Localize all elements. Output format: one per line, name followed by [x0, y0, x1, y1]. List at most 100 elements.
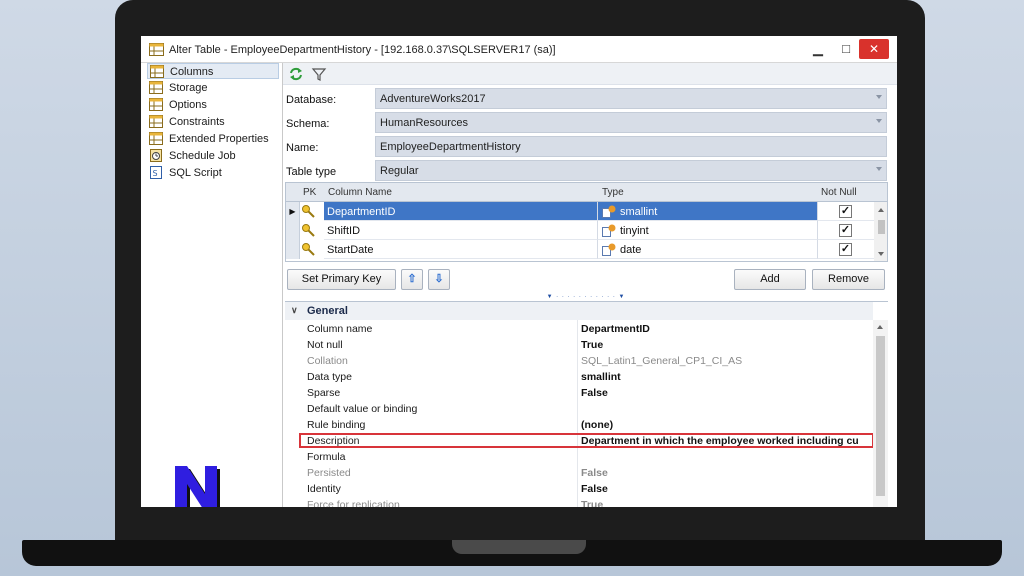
name-field[interactable]: EmployeeDepartmentHistory [375, 136, 887, 157]
header-pk[interactable]: PK [303, 187, 316, 198]
property-value[interactable]: True [581, 339, 873, 351]
move-down-button[interactable]: ⇩ [428, 269, 450, 290]
table-icon [150, 65, 164, 78]
set-primary-key-button[interactable]: Set Primary Key [287, 269, 396, 290]
sidebar-item-label: Extended Properties [169, 133, 269, 145]
property-row[interactable]: Persisted False [285, 465, 873, 481]
column-name-cell[interactable]: ShiftID [324, 221, 598, 240]
column-name-cell[interactable]: DepartmentID [324, 202, 598, 221]
property-name: Default value or binding [307, 403, 418, 415]
maximize-button[interactable]: □ [831, 39, 861, 59]
property-value[interactable]: DepartmentID [581, 323, 873, 335]
header-type[interactable]: Type [602, 187, 624, 198]
sidebar-item-sql-script[interactable]: S SQL Script [147, 165, 279, 181]
property-scrollbar[interactable] [873, 320, 888, 507]
filter-icon[interactable] [311, 66, 327, 82]
property-row[interactable]: Formula [285, 449, 873, 465]
table-icon [149, 81, 163, 94]
property-row[interactable]: Collation SQL_Latin1_General_CP1_CI_AS [285, 353, 873, 369]
not-null-checkbox[interactable]: ✓ [839, 224, 852, 237]
type-value: date [620, 244, 642, 256]
not-null-checkbox[interactable]: ✓ [839, 243, 852, 256]
scroll-thumb[interactable] [878, 220, 885, 234]
property-value[interactable]: smallint [581, 371, 873, 383]
header-column-name[interactable]: Column Name [328, 187, 392, 198]
panel-splitter[interactable]: ▼ · · · · · · · · · · · ▼ [533, 294, 639, 300]
remove-button[interactable]: Remove [812, 269, 885, 290]
table-row[interactable]: ShiftID tinyint ✓ [286, 221, 874, 240]
property-row[interactable]: Column name DepartmentID [285, 321, 873, 337]
sidebar-item-label: Schedule Job [169, 150, 236, 162]
property-value[interactable]: False [581, 387, 873, 399]
add-button[interactable]: Add [734, 269, 806, 290]
type-value: tinyint [620, 225, 649, 237]
chevron-down-icon[interactable]: ∨ [291, 305, 298, 316]
sidebar-item-options[interactable]: Options [147, 97, 279, 113]
sidebar-item-schedule-job[interactable]: Schedule Job [147, 148, 279, 164]
column-type-cell[interactable]: smallint [598, 202, 818, 221]
sidebar-item-columns[interactable]: Columns [147, 63, 279, 79]
property-value[interactable]: False [581, 467, 873, 479]
datatype-icon [602, 224, 616, 237]
property-row[interactable]: Default value or binding [285, 401, 873, 417]
minimize-button[interactable]: ▁ [803, 39, 833, 59]
close-button[interactable]: ✕ [859, 39, 889, 59]
grid-header: PK Column Name Type Not Null [286, 183, 887, 202]
property-row[interactable]: Identity False [285, 481, 873, 497]
move-up-button[interactable]: ⇧ [401, 269, 423, 290]
property-value[interactable]: True [581, 499, 873, 507]
table-icon [149, 115, 163, 128]
category-general[interactable]: ∨ General [285, 302, 873, 320]
property-value[interactable]: False [581, 483, 873, 495]
column-type-cell[interactable]: date [598, 240, 818, 259]
key-icon [302, 224, 315, 237]
sidebar-item-label: SQL Script [169, 167, 222, 179]
not-null-cell: ✓ [818, 221, 874, 240]
name-label: Name: [286, 142, 319, 154]
property-row[interactable]: Rule binding (none) [285, 417, 873, 433]
name-value: EmployeeDepartmentHistory [380, 141, 521, 153]
sidebar-item-extended-properties[interactable]: Extended Properties [147, 131, 279, 147]
schema-select[interactable]: HumanResources [375, 112, 887, 133]
chevron-down-icon [876, 167, 882, 171]
property-row[interactable]: Not null True [285, 337, 873, 353]
table-icon [149, 132, 163, 145]
database-label: Database: [286, 94, 337, 106]
sidebar-item-label: Storage [169, 82, 208, 94]
window-title: Alter Table - EmployeeDepartmentHistory … [169, 44, 556, 56]
sidebar-item-constraints[interactable]: Constraints [147, 114, 279, 130]
property-row[interactable]: Force for replication True [285, 497, 873, 507]
sidebar-item-label: Columns [170, 66, 214, 78]
refresh-icon[interactable] [288, 66, 304, 82]
scroll-up-icon[interactable] [877, 325, 883, 329]
property-row[interactable]: Sparse False [285, 385, 873, 401]
property-name: Not null [307, 339, 343, 351]
property-name: Force for replication [307, 499, 400, 507]
app-window: Alter Table - EmployeeDepartmentHistory … [141, 36, 897, 507]
not-null-cell: ✓ [818, 202, 874, 221]
table-icon [149, 43, 164, 56]
table-row[interactable]: ▶ DepartmentID smallint ✓ [286, 202, 874, 221]
laptop-notch [452, 540, 586, 554]
column-name-cell[interactable]: StartDate [324, 240, 598, 259]
not-null-checkbox[interactable]: ✓ [839, 205, 852, 218]
sidebar-item-storage[interactable]: Storage [147, 80, 279, 96]
property-name: Sparse [307, 387, 341, 399]
property-value[interactable]: (none) [581, 419, 873, 431]
header-not-null[interactable]: Not Null [821, 187, 857, 198]
category-label: General [307, 305, 348, 317]
scroll-down-icon[interactable] [878, 252, 884, 256]
scroll-up-icon[interactable] [878, 208, 884, 212]
property-name: Persisted [307, 467, 351, 479]
column-type-cell[interactable]: tinyint [598, 221, 818, 240]
columns-grid: PK Column Name Type Not Null ▶ Departmen… [285, 182, 888, 262]
table-row[interactable]: StartDate date ✓ [286, 240, 874, 259]
table-type-select[interactable]: Regular [375, 160, 887, 181]
scroll-thumb[interactable] [876, 336, 885, 496]
property-value[interactable]: SQL_Latin1_General_CP1_CI_AS [581, 355, 873, 367]
property-row[interactable]: Data type smallint [285, 369, 873, 385]
database-select[interactable]: AdventureWorks2017 [375, 88, 887, 109]
table-type-value: Regular [380, 165, 419, 177]
grid-scrollbar[interactable] [874, 202, 887, 261]
svg-text:S: S [153, 169, 158, 178]
